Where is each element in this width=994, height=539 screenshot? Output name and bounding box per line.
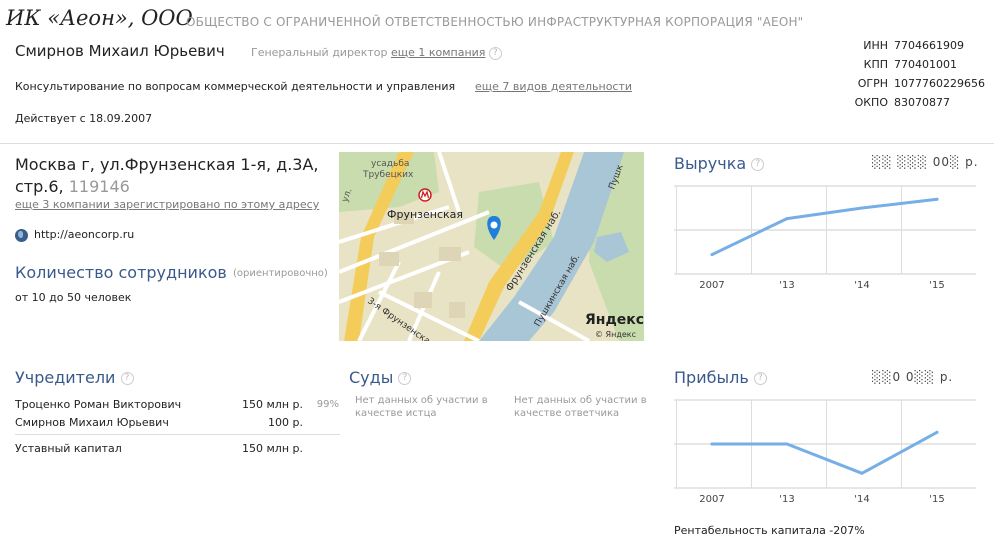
map-copyright: © Яндекс: [595, 330, 636, 339]
revenue-value: ░░ ░░░ 00░ р.: [872, 155, 979, 169]
courts-title-text: Суды: [349, 368, 394, 387]
active-since: Действует с 18.09.2007: [15, 112, 153, 125]
profit-tick-label: '15: [929, 494, 944, 505]
profit-data-point: [860, 471, 864, 475]
id-key: ИНН: [863, 39, 888, 52]
founder-name-link[interactable]: Смирнов Михаил Юрьевич: [15, 416, 221, 429]
revenue-data-point: [710, 253, 714, 257]
courts-plaintiff: Нет данных об участии в качестве истца: [355, 395, 488, 419]
address-more-link[interactable]: еще 3 компании зарегистрировано по этому…: [15, 198, 319, 211]
address: Москва г, ул.Фрунзенская 1-я, д.3А, стр.…: [15, 154, 335, 198]
profit-tick-label: '13: [779, 494, 794, 505]
profit-series-line: [710, 430, 939, 475]
revenue-tick-label: '15: [929, 280, 944, 291]
director-name-link[interactable]: Смирнов Михаил Юрьевич: [15, 42, 225, 60]
founder-share: 100 р.: [268, 415, 303, 429]
founder-percent: 99%: [316, 398, 339, 410]
profit-title-text: Прибыль: [674, 368, 749, 387]
courts-title: Суды ?: [349, 368, 412, 387]
company-full-name: ОБЩЕСТВО С ОГРАНИЧЕННОЙ ОТВЕТСТВЕННОСТЬЮ…: [186, 15, 804, 29]
postal-code: 119146: [68, 177, 130, 196]
capital-value: 150 млн р.: [242, 441, 303, 455]
founder-row: Троценко Роман Викторович 150 млн р. 99%: [15, 395, 340, 413]
id-value: 770401001: [894, 58, 957, 71]
id-key: КПП: [863, 58, 888, 71]
profit-value: ░░0 0░░ р.: [872, 370, 954, 384]
header-divider: [0, 143, 994, 144]
address-line: Москва г, ул.Фрунзенская 1-я, д.3А, стр.…: [15, 155, 319, 196]
main-activity: Консультирование по вопросам коммерческо…: [15, 80, 456, 93]
director-more-link[interactable]: еще 1 компания: [391, 46, 485, 59]
revenue-data-point: [935, 197, 939, 201]
help-icon[interactable]: ?: [751, 158, 765, 171]
profit-tick-label: '14: [854, 494, 869, 505]
id-row-okpo: ОКПО 83070877: [846, 93, 985, 112]
id-row-inn: ИНН 7704661909: [846, 36, 985, 55]
website: http://aeoncorp.ru: [15, 228, 134, 242]
location-map[interactable]: усадьба Трубецких ул. Фрунзенская Фрунзе…: [339, 152, 644, 341]
employees-note: (ориентировочно): [233, 268, 328, 279]
founder-share: 150 млн р.: [242, 397, 303, 411]
founders-title-text: Учредители: [15, 368, 116, 387]
profit-chart: 2007 '13 '14 '15: [674, 394, 977, 514]
revenue-chart: 2007 '13 '14 '15: [674, 180, 977, 300]
id-value: 83070877: [894, 96, 950, 109]
employees-value: от 10 до 50 человек: [15, 291, 132, 304]
map-label-metro: Фрунзенская: [387, 208, 463, 221]
profit-data-point: [785, 442, 789, 446]
map-label-estate2: Трубецких: [362, 170, 414, 180]
id-row-kpp: КПП 770401001: [846, 55, 985, 74]
help-icon[interactable]: ?: [120, 372, 134, 385]
help-icon[interactable]: ?: [398, 372, 412, 385]
revenue-data-point: [860, 206, 864, 210]
company-ids: ИНН 7704661909 КПП 770401001 ОГРН 107776022…: [846, 36, 985, 112]
employees-title: Количество сотрудников: [15, 263, 227, 282]
revenue-tick-label: '14: [854, 280, 869, 291]
capital-label: Уставный капитал: [15, 441, 122, 455]
revenue-tick-label: 2007: [699, 280, 724, 291]
founders-title: Учредители ?: [15, 368, 134, 387]
map-label-estate: усадьба: [371, 159, 409, 169]
company-name: ИК «Аеон», ООО: [6, 6, 193, 30]
website-link[interactable]: http://aeoncorp.ru: [34, 228, 134, 241]
help-icon[interactable]: ?: [488, 46, 502, 60]
id-row-ogrn: ОГРН 1077760229656: [846, 74, 985, 93]
founder-name-link[interactable]: Троценко Роман Викторович: [15, 398, 221, 411]
director-role-label: Генеральный директор: [251, 46, 388, 59]
capital-row: Уставный капитал 150 млн р.: [15, 439, 340, 457]
profit-chart-svg: 2007 '13 '14 '15: [674, 399, 977, 505]
revenue-series-line: [710, 197, 939, 257]
profit-data-point: [935, 430, 939, 434]
revenue-data-point: [785, 217, 789, 221]
courts-defendant: Нет данных об участии в качестве ответчи…: [514, 395, 647, 419]
globe-icon: [15, 228, 28, 242]
map-canvas: усадьба Трубецких ул. Фрунзенская Фрунзе…: [339, 152, 644, 341]
activity-more-link[interactable]: еще 7 видов деятельности: [475, 80, 632, 93]
yandex-logo: Яндекс: [585, 312, 644, 328]
id-value: 7704661909: [894, 39, 964, 52]
revenue-chart-svg: 2007 '13 '14 '15: [674, 185, 977, 291]
id-key: ОГРН: [857, 77, 888, 90]
revenue-title: Выручка ?: [674, 154, 765, 173]
founders-divider: [15, 434, 340, 435]
profit-title: Прибыль ?: [674, 368, 767, 387]
founders-table: Троценко Роман Викторович 150 млн р. 99%…: [15, 395, 340, 457]
return-on-equity: Рентабельность капитала -207%: [674, 524, 865, 537]
id-key: ОКПО: [854, 96, 888, 109]
founder-row: Смирнов Михаил Юрьевич 100 р.: [15, 413, 340, 431]
director-role: Генеральный директор еще 1 компания ?: [251, 46, 502, 60]
revenue-title-text: Выручка: [674, 154, 747, 173]
id-value: 1077760229656: [894, 77, 985, 90]
profit-tick-label: 2007: [699, 494, 724, 505]
help-icon[interactable]: ?: [753, 372, 767, 385]
profit-data-point: [710, 442, 714, 446]
revenue-tick-label: '13: [779, 280, 794, 291]
